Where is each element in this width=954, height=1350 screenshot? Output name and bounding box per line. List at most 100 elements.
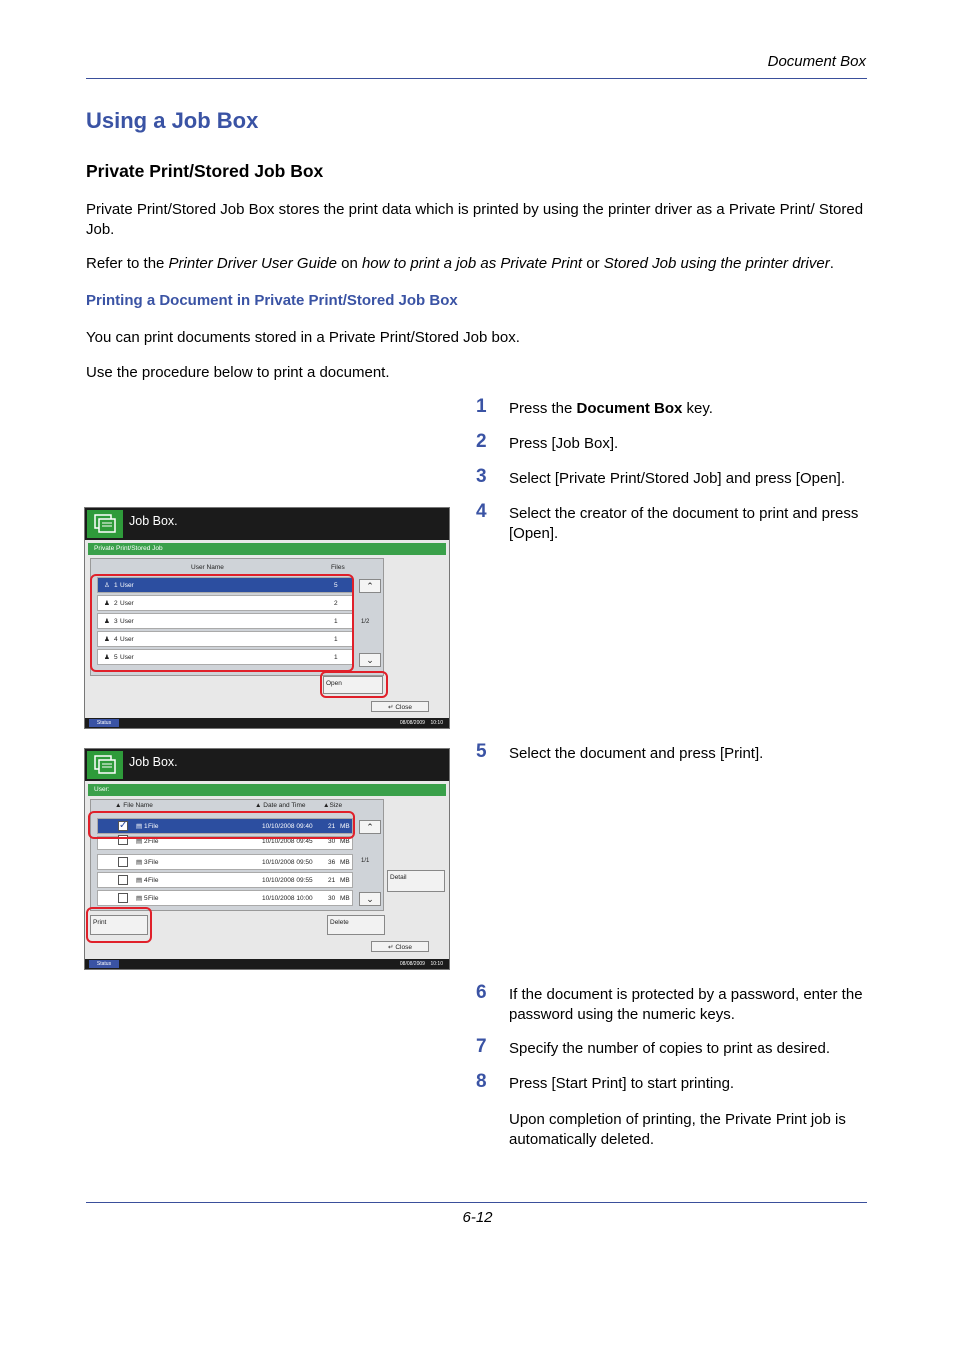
status-button[interactable]: Status [89,719,119,727]
step-6-text: If the document is protected by a passwo… [509,986,863,1023]
step-7-number: 7 [476,1036,487,1057]
scroll-up-button[interactable]: ⌃ [359,579,381,593]
highlight-user-list [90,574,354,672]
step-1-pre: Press the [509,400,577,417]
date-time: 08/08/2009 10:10 [400,719,443,727]
close-button[interactable]: ↵ Close [371,941,429,952]
date-time: 08/08/2009 10:10 [400,960,443,968]
file-row-name: File [148,877,159,884]
step-8-text: Press [Start Print] to start printing. [509,1075,735,1092]
checkbox[interactable] [118,857,128,867]
screen2-location-bar: User: [88,784,446,796]
col-user-name: User Name [191,564,224,571]
step-8-note: Upon completion of printing, the Private… [509,1111,846,1148]
step-7-text: Specify the number of copies to print as… [509,1040,831,1057]
page-number: 6-12 [462,1209,493,1226]
col-size: ▲Size [323,802,343,809]
page-indicator: 1/2 [361,619,370,625]
highlight-file-row [88,811,355,839]
file-row-date: 10/10/2008 09:55 [262,877,313,884]
step-1-text: Press the Document Box key. [509,399,869,419]
page-indicator: 1/1 [361,858,370,864]
file-row-4[interactable]: ▤ 4 File 10/10/2008 09:55 21 MB [97,872,353,888]
file-row-date: 10/10/2008 09:50 [262,859,313,866]
section-heading: Private Print/Stored Job Box [86,161,324,181]
checkbox[interactable] [118,893,128,903]
file-row-5[interactable]: ▤ 5 File 10/10/2008 10:00 30 MB [97,890,353,906]
file-icon: ▤ [136,859,143,866]
highlight-open-button [320,671,388,698]
checkbox[interactable] [118,875,128,885]
screen2-topbar: Job Box. [85,749,449,781]
intro-paragraph: Private Print/Stored Job Box stores the … [86,201,864,238]
date: 08/08/2009 [399,961,425,967]
col-date-label: Date and Time [263,802,306,809]
file-row-size: 30 [328,895,336,902]
step-3-text: Select [Private Print/Stored Job] and pr… [509,470,846,487]
running-header: Document Box [767,53,866,70]
screen1-status-bar: Status 08/08/2009 10:10 [85,718,449,728]
file-row-date: 10/10/2008 10:00 [262,895,313,902]
step-4-number: 4 [476,501,487,522]
file-row-3[interactable]: ▤ 3 File 10/10/2008 09:50 36 MB [97,854,353,870]
file-row-unit: MB [340,877,350,884]
col-file-name-label: File Name [123,802,153,809]
footer-rule [86,1202,867,1203]
status-button[interactable]: Status [89,960,119,968]
refer-how: how to print a job as Private Print [361,255,583,272]
col-files: Files [331,564,345,571]
procedure-heading: Printing a Document in Private Print/Sto… [86,292,458,309]
step-3-number: 3 [476,466,487,487]
highlight-print-button [86,907,152,943]
step-1-post: key. [682,400,713,417]
job-box-icon [87,751,123,779]
refer-guide: Printer Driver User Guide [168,255,337,272]
step-5-text: Select the document and press [Print]. [509,745,764,762]
para-1: You can print documents stored in a Priv… [86,329,520,346]
col-file-name: ▲ File Name [115,802,153,809]
screen1-topbar: Job Box. [85,508,449,540]
col-date-time: ▲ Date and Time [255,802,306,809]
file-row-unit: MB [340,895,350,902]
scroll-down-button[interactable]: ⌄ [359,653,381,667]
refer-text-4: . [829,255,834,272]
step-8-number: 8 [476,1071,487,1092]
step-2-text: Press [Job Box]. [509,435,619,452]
job-box-icon [87,510,123,538]
screen2-status-bar: Status 08/08/2009 10:10 [85,959,449,969]
file-row-unit: MB [340,859,350,866]
screen1-title: Job Box. [129,514,178,528]
header-rule [86,78,867,79]
delete-button[interactable]: Delete [327,915,385,935]
file-row-name: File [148,859,159,866]
screen1-location-bar: Private Print/Stored Job [88,543,446,555]
close-label: Close [395,944,412,951]
step-2-number: 2 [476,431,487,452]
step-6-number: 6 [476,982,487,1003]
step-1-number: 1 [476,396,487,417]
para-2: Use the procedure below to print a docum… [86,364,390,381]
refer-text-1: Refer to the [86,255,169,272]
file-row-size: 21 [328,877,336,884]
file-row-size: 36 [328,859,336,866]
refer-paragraph: Refer to the Printer Driver User Guide o… [86,254,867,274]
file-icon: ▤ [136,877,143,884]
refer-text-3: or [582,255,604,272]
refer-text-2: on [336,255,362,272]
refer-stored: Stored Job using the printer driver [603,255,830,272]
scroll-up-button[interactable]: ⌃ [359,820,381,834]
time: 10:10 [430,961,443,967]
step-4-text: Select the creator of the document to pr… [509,505,859,542]
file-icon: ▤ [136,895,143,902]
page-title: Using a Job Box [86,108,259,133]
scroll-down-button[interactable]: ⌄ [359,892,381,906]
screen2-title: Job Box. [129,755,178,769]
col-size-label: Size [329,802,343,809]
close-label: Close [395,704,412,711]
step-5-number: 5 [476,741,487,762]
detail-button[interactable]: Detail [387,870,445,892]
file-row-name: File [148,895,159,902]
time: 10:10 [430,720,443,726]
date: 08/08/2009 [399,720,425,726]
close-button[interactable]: ↵ Close [371,701,429,712]
